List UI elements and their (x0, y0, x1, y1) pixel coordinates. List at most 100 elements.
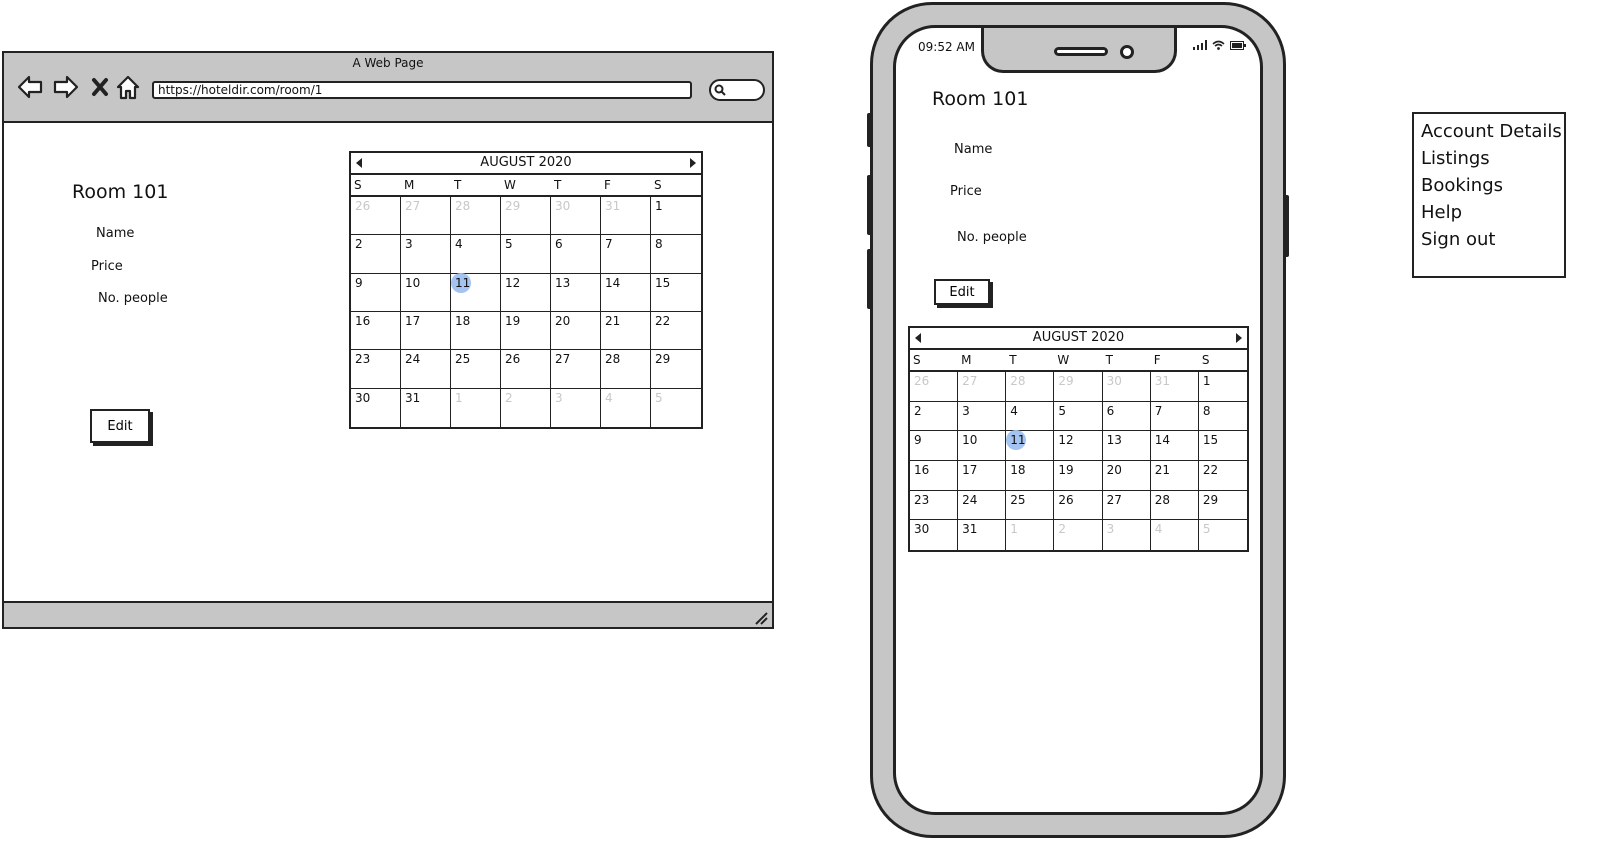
calendar-day[interactable]: 4 (601, 388, 651, 427)
calendar-day[interactable]: 29 (501, 197, 551, 236)
calendar-day[interactable]: 6 (551, 235, 601, 274)
calendar-day[interactable]: 7 (601, 235, 651, 274)
calendar-day[interactable]: 29 (1198, 491, 1247, 521)
calendar-day[interactable]: 13 (1102, 431, 1151, 461)
calendar-day[interactable]: 27 (1102, 490, 1151, 521)
calendar-day[interactable]: 14 (601, 273, 651, 312)
calendar-day[interactable]: 19 (1054, 460, 1103, 491)
calendar-day[interactable]: 18 (1006, 460, 1055, 491)
calendar-day[interactable]: 28 (451, 197, 501, 236)
prev-month-icon[interactable] (913, 328, 923, 348)
calendar-day[interactable]: 21 (1150, 460, 1199, 491)
calendar-day[interactable]: 21 (601, 311, 651, 351)
calendar-day[interactable]: 18 (451, 311, 501, 351)
calendar-day-selected[interactable]: 11 (1006, 430, 1055, 461)
calendar-day[interactable]: 20 (1102, 460, 1151, 491)
calendar-day[interactable]: 20 (551, 311, 601, 351)
phone-edit-button[interactable]: Edit (934, 279, 990, 305)
calendar-day[interactable]: 2 (910, 401, 959, 432)
home-icon[interactable] (114, 73, 142, 101)
calendar-day[interactable]: 15 (1198, 431, 1247, 461)
calendar-day[interactable]: 27 (551, 350, 601, 389)
calendar-day[interactable]: 15 (651, 274, 701, 312)
calendar-day[interactable]: 2 (501, 388, 551, 427)
menu-item-bookings[interactable]: Bookings (1414, 172, 1564, 199)
menu-item-help[interactable]: Help (1414, 199, 1564, 226)
calendar-day[interactable]: 5 (651, 389, 701, 427)
forward-icon[interactable] (52, 73, 80, 101)
calendar-day[interactable]: 24 (958, 490, 1007, 521)
calendar-day[interactable]: 4 (1006, 401, 1055, 432)
calendar-day[interactable]: 5 (1054, 401, 1103, 432)
calendar-day[interactable]: 30 (910, 520, 959, 550)
calendar-day[interactable]: 13 (551, 273, 601, 312)
calendar-day[interactable]: 30 (1102, 372, 1151, 402)
calendar-day[interactable]: 31 (601, 197, 651, 236)
calendar-day[interactable]: 3 (958, 401, 1007, 432)
calendar-day[interactable]: 28 (1150, 490, 1199, 521)
next-month-icon[interactable] (1234, 328, 1244, 348)
calendar-day[interactable]: 19 (501, 311, 551, 351)
calendar-day[interactable]: 9 (910, 431, 959, 461)
calendar-day[interactable]: 5 (501, 235, 551, 274)
calendar-day[interactable]: 4 (451, 235, 501, 274)
calendar-day[interactable]: 30 (551, 197, 601, 236)
edit-button[interactable]: Edit (90, 409, 150, 443)
calendar-day[interactable]: 3 (551, 388, 601, 427)
calendar-day[interactable]: 14 (1150, 431, 1199, 461)
calendar-day[interactable]: 10 (958, 431, 1007, 461)
calendar-day[interactable]: 27 (958, 372, 1007, 402)
calendar-day[interactable]: 5 (1199, 520, 1247, 550)
calendar-day[interactable]: 31 (401, 388, 451, 427)
calendar-day[interactable]: 6 (1102, 401, 1151, 432)
calendar-day-selected[interactable]: 11 (450, 272, 501, 312)
calendar-day[interactable]: 25 (1006, 490, 1055, 521)
calendar-day[interactable]: 26 (1054, 490, 1103, 521)
calendar-day[interactable]: 3 (1103, 520, 1151, 550)
calendar-day[interactable]: 26 (910, 372, 959, 402)
calendar-day[interactable]: 23 (351, 350, 401, 389)
calendar-day[interactable]: 1 (1006, 520, 1055, 550)
calendar-day[interactable]: 28 (1006, 372, 1055, 402)
calendar-day[interactable]: 12 (501, 273, 551, 312)
calendar-day[interactable]: 29 (1054, 372, 1103, 402)
calendar-day[interactable]: 26 (351, 197, 401, 236)
calendar-day[interactable]: 31 (958, 520, 1007, 550)
browser-search-field[interactable] (709, 79, 765, 101)
calendar-day[interactable]: 22 (1198, 461, 1247, 491)
calendar-day[interactable]: 29 (651, 350, 701, 389)
calendar-day[interactable]: 1 (1198, 372, 1247, 402)
calendar-day[interactable]: 22 (651, 312, 701, 351)
calendar-day[interactable]: 4 (1151, 520, 1199, 550)
calendar-day[interactable]: 25 (451, 350, 501, 389)
menu-item-account-details[interactable]: Account Details (1414, 118, 1564, 145)
calendar-day[interactable]: 12 (1054, 431, 1103, 461)
calendar-day[interactable]: 16 (351, 311, 401, 351)
calendar-day[interactable]: 1 (651, 197, 701, 236)
resize-grip-icon[interactable] (752, 609, 768, 625)
calendar-day[interactable]: 2 (351, 235, 401, 274)
calendar-day[interactable]: 7 (1150, 401, 1199, 432)
calendar-day[interactable]: 17 (401, 311, 451, 351)
calendar-day[interactable]: 8 (1198, 402, 1247, 432)
calendar-day[interactable]: 3 (401, 235, 451, 274)
back-icon[interactable] (16, 73, 44, 101)
calendar-day[interactable]: 8 (651, 235, 701, 274)
stop-icon[interactable] (86, 73, 114, 101)
calendar-day[interactable]: 9 (351, 273, 401, 312)
calendar-day[interactable]: 30 (351, 388, 401, 427)
menu-item-sign-out[interactable]: Sign out (1414, 226, 1564, 253)
calendar-day[interactable]: 2 (1054, 520, 1103, 550)
prev-month-icon[interactable] (354, 153, 364, 173)
calendar-day[interactable]: 17 (958, 460, 1007, 491)
calendar-day[interactable]: 23 (910, 490, 959, 521)
calendar-day[interactable]: 31 (1150, 372, 1199, 402)
calendar-day[interactable]: 26 (501, 350, 551, 389)
calendar-day[interactable]: 28 (601, 350, 651, 389)
calendar-day[interactable]: 1 (451, 388, 501, 427)
next-month-icon[interactable] (688, 153, 698, 173)
calendar-day[interactable]: 24 (401, 350, 451, 389)
calendar-day[interactable]: 16 (910, 460, 959, 491)
menu-item-listings[interactable]: Listings (1414, 145, 1564, 172)
calendar-day[interactable]: 27 (401, 197, 451, 236)
